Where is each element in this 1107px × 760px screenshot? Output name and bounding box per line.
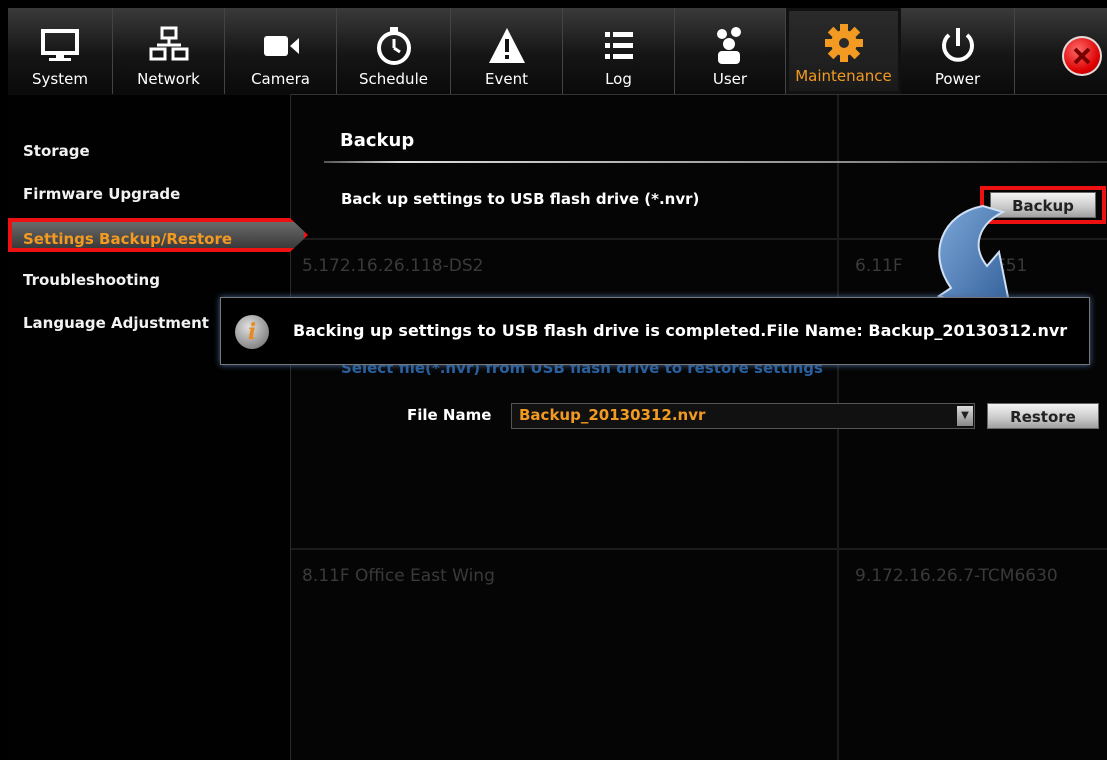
- restore-button[interactable]: Restore: [987, 403, 1099, 429]
- camera-label: 8.11F Office East Wing: [302, 566, 495, 586]
- tab-label: Log: [605, 70, 632, 88]
- sidebar-menu: Storage Firmware Upgrade Settings Backup…: [8, 94, 308, 760]
- network-icon: [149, 26, 188, 61]
- sidebar-item-firmware-upgrade[interactable]: Firmware Upgrade: [8, 177, 290, 211]
- tab-label: Camera: [251, 70, 310, 88]
- backup-description: Back up settings to USB flash drive (*.n…: [341, 190, 700, 208]
- tab-camera[interactable]: Camera: [225, 8, 337, 94]
- notification-popup: i Backing up settings to USB flash drive…: [220, 297, 1090, 365]
- tab-maintenance[interactable]: Maintenance: [786, 8, 901, 94]
- stopwatch-icon: [376, 27, 411, 65]
- section-title: Backup: [340, 130, 415, 151]
- camera-label: 5.172.16.26.118-DS2: [302, 256, 484, 276]
- gear-icon: [824, 24, 863, 62]
- tab-label: User: [712, 70, 748, 88]
- tab-label: Power: [934, 70, 981, 88]
- sidebar-item-troubleshooting[interactable]: Troubleshooting: [8, 263, 290, 297]
- tab-event[interactable]: Event: [451, 8, 563, 94]
- tab-label: Maintenance: [795, 67, 892, 85]
- camera-label: 6.11F: [855, 256, 903, 276]
- tab-schedule[interactable]: Schedule: [337, 8, 451, 94]
- file-name-label: File Name: [407, 406, 492, 424]
- tab-log[interactable]: Log: [563, 8, 675, 94]
- sidebar-item-settings-backup-restore[interactable]: Settings Backup/Restore: [8, 218, 308, 252]
- warning-icon: [488, 28, 525, 63]
- tab-user[interactable]: User: [675, 8, 786, 94]
- tab-label: Schedule: [359, 70, 428, 88]
- tab-network[interactable]: Network: [113, 8, 225, 94]
- main-toolbar: System Network Camera Schedule Event Log…: [8, 8, 1107, 95]
- chevron-down-icon[interactable]: ▼: [957, 406, 973, 426]
- users-icon: [717, 27, 741, 64]
- close-icon[interactable]: [1062, 36, 1102, 76]
- section-divider: [324, 161, 1107, 163]
- tab-system[interactable]: System: [8, 8, 113, 94]
- list-icon: [604, 32, 633, 59]
- monitor-icon: [41, 29, 79, 61]
- tab-power[interactable]: Power: [901, 8, 1015, 94]
- file-name-select[interactable]: Backup_20130312.nvr ▼: [511, 403, 975, 429]
- popup-message: Backing up settings to USB flash drive i…: [293, 321, 1068, 340]
- camera-icon: [263, 36, 299, 56]
- power-icon: [941, 28, 974, 62]
- tab-label: Event: [485, 70, 528, 88]
- tab-label: System: [32, 70, 88, 88]
- camera-label: 9.172.16.26.7-TCM6630: [855, 566, 1058, 586]
- app-window: 5.172.16.26.118-DS2 6.11F E51 8.11F Offi…: [8, 8, 1107, 760]
- file-name-value: Backup_20130312.nvr: [519, 406, 706, 424]
- info-icon: i: [235, 315, 269, 349]
- tab-label: Network: [137, 70, 200, 88]
- sidebar-item-storage[interactable]: Storage: [8, 134, 290, 168]
